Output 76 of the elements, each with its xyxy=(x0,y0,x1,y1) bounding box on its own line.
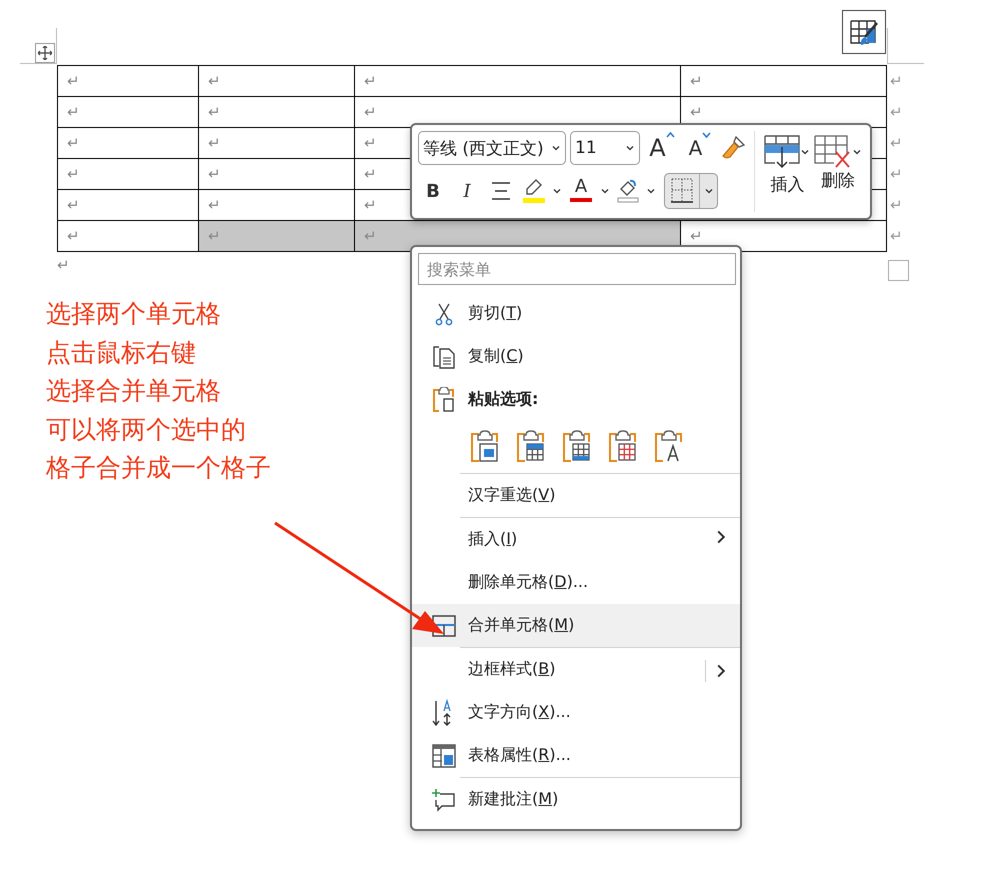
grow-font-button[interactable]: A xyxy=(644,131,680,165)
chevron-down-icon xyxy=(800,147,810,157)
menu-item[interactable]: 删除单元格(D)... xyxy=(412,561,740,604)
insert-button[interactable]: 插入 xyxy=(762,131,812,212)
table-cell[interactable]: ↵ xyxy=(58,190,198,220)
table-cell[interactable]: ↵ xyxy=(198,128,354,158)
table-cell[interactable]: ↵ xyxy=(680,220,886,252)
resize-handle-icon[interactable] xyxy=(888,260,909,281)
menu-item[interactable]: 新建批注(M) xyxy=(412,778,740,821)
paste-table-icon[interactable] xyxy=(607,430,639,464)
menu-item[interactable]: 剪切(T) xyxy=(412,292,740,335)
delete-table-icon xyxy=(814,135,852,169)
font-color-button[interactable]: A xyxy=(566,176,596,206)
move-handle-icon[interactable] xyxy=(35,43,55,63)
insert-rows-icon xyxy=(764,135,800,169)
chevron-down-icon xyxy=(704,186,714,196)
paste-table-icon[interactable] xyxy=(561,430,593,464)
menu-item[interactable]: 文字方向(X)... xyxy=(412,691,740,734)
row-end-mark: ↵ xyxy=(886,190,910,220)
annotation-text: 格子合并成一个格子 xyxy=(46,452,271,484)
merge-cells-icon xyxy=(432,614,456,636)
chevron-down-icon xyxy=(625,143,635,153)
paragraph-mark: ↵ xyxy=(57,256,70,274)
table-cell[interactable]: ↵ xyxy=(198,190,354,220)
table-properties-icon xyxy=(432,744,456,768)
table-cell[interactable]: ↵ xyxy=(198,96,354,128)
shrink-font-button[interactable]: A xyxy=(684,131,716,165)
borders-button[interactable] xyxy=(664,173,718,209)
row-end-mark: ↵ xyxy=(886,66,910,96)
table-cell[interactable]: ↵ xyxy=(354,66,680,96)
table-cell[interactable]: ↵ xyxy=(58,220,198,252)
chevron-down-icon xyxy=(600,186,610,196)
chevron-down-icon xyxy=(852,147,862,157)
caret-up-icon xyxy=(666,131,675,139)
table-cell[interactable]: ↵ xyxy=(58,96,198,128)
italic-button[interactable]: I xyxy=(452,176,482,206)
table-cell[interactable]: ↵ xyxy=(58,66,198,96)
menu-item[interactable]: 汉字重选(V) xyxy=(412,474,740,517)
annotation-text: 选择合并单元格 xyxy=(46,375,222,407)
annotation-text: 点击鼠标右键 xyxy=(46,336,197,368)
annotation-text: 可以将两个选中的 xyxy=(46,414,247,446)
menu-item[interactable]: 复制(C) xyxy=(412,335,740,378)
caret-down-icon xyxy=(702,131,712,139)
paste-text-only-icon[interactable] xyxy=(653,430,685,464)
bold-button[interactable]: B xyxy=(418,176,448,206)
annotation-text: 选择两个单元格 xyxy=(46,298,222,330)
table-cell[interactable]: ↵ xyxy=(198,158,354,190)
table-style-icon[interactable] xyxy=(842,10,886,54)
menu-item[interactable]: 合并单元格(M) xyxy=(412,604,740,647)
table-cell[interactable]: ↵ xyxy=(680,66,886,96)
paste-table-icon[interactable] xyxy=(515,430,547,464)
search-field[interactable]: 搜索菜单 xyxy=(418,253,736,285)
menu-item[interactable]: 边框样式(B) xyxy=(412,648,740,691)
table-cell[interactable]: ↵ xyxy=(58,158,198,190)
scissors-icon xyxy=(434,302,454,326)
row-end-mark: ↵ xyxy=(886,220,910,252)
menu-heading: 粘贴选项: xyxy=(468,389,538,410)
delete-button[interactable]: 删除 xyxy=(812,131,864,212)
highlighter-icon[interactable] xyxy=(520,177,548,205)
paste-keep-formatting-icon[interactable] xyxy=(469,430,501,464)
new-comment-icon xyxy=(431,788,457,812)
menu-item[interactable]: 表格属性(R)... xyxy=(412,734,740,777)
row-end-mark: ↵ xyxy=(886,128,910,158)
chevron-down-icon xyxy=(646,186,656,196)
copy-icon xyxy=(432,344,456,370)
chevron-down-icon xyxy=(552,186,562,196)
chevron-down-icon xyxy=(551,143,561,153)
format-painter-icon[interactable] xyxy=(720,135,746,161)
menu-item[interactable]: 插入(I) xyxy=(412,518,740,561)
table-cell[interactable]: ↵ xyxy=(58,128,198,158)
font-size-select[interactable]: 11 xyxy=(570,131,640,165)
row-end-mark: ↵ xyxy=(886,96,910,128)
row-end-mark: ↵ xyxy=(886,158,910,190)
paste-icon xyxy=(432,386,456,412)
table-cell[interactable]: ↵ xyxy=(198,66,354,96)
font-select[interactable]: 等线 (西文正文) xyxy=(418,131,566,165)
